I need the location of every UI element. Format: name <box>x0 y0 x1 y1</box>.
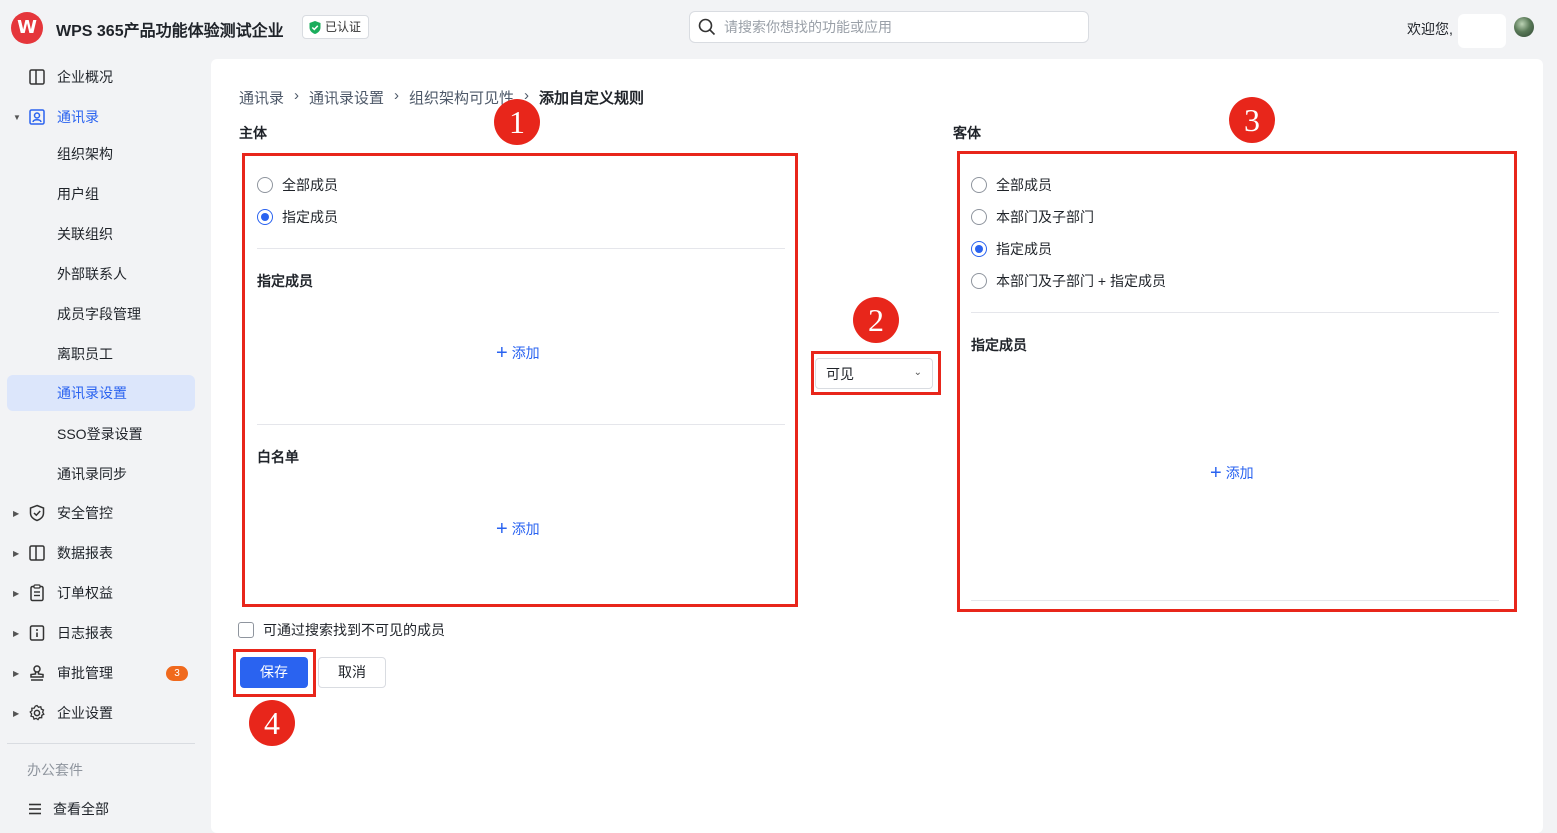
sidebar-subitem-departed-employees[interactable]: 离职员工 <box>7 336 195 372</box>
building-icon <box>29 69 45 85</box>
chevron-right-icon: › <box>394 87 400 104</box>
sidebar-subitem-label: 组织架构 <box>57 146 113 162</box>
sidebar-item-log-reports[interactable]: ▶ 日志报表 <box>0 615 205 651</box>
contacts-icon <box>29 109 45 125</box>
sidebar-item-company-settings[interactable]: ▶ 企业设置 <box>0 695 205 731</box>
caret-right-icon: ▶ <box>13 508 20 518</box>
avatar[interactable] <box>1514 17 1534 37</box>
sidebar-subitem-member-fields[interactable]: 成员字段管理 <box>7 296 195 332</box>
caret-right-icon: ▶ <box>13 588 20 598</box>
sidebar-item-contacts[interactable]: ▼ 通讯录 <box>0 99 205 135</box>
sidebar-item-approvals[interactable]: ▶ 审批管理 3 <box>0 655 205 691</box>
breadcrumb-contacts[interactable]: 通讯录 <box>239 87 284 108</box>
sidebar-subitem-label: 通讯录设置 <box>57 385 127 401</box>
shield-check-icon <box>309 20 321 34</box>
sidebar-item-label: 日志报表 <box>57 625 113 641</box>
wps-logo-icon[interactable]: W <box>11 12 43 44</box>
annotation-marker-3: 3 <box>1229 97 1275 143</box>
top-bar: W WPS 365产品功能体验测试企业 已认证 欢迎您, <box>0 0 1557 56</box>
menu-icon <box>29 803 41 815</box>
sidebar-subitem-sso-settings[interactable]: SSO登录设置 <box>7 416 195 452</box>
sidebar-subitem-label: 用户组 <box>57 186 99 202</box>
sidebar-item-company-overview[interactable]: 企业概况 <box>0 59 205 95</box>
sidebar-subitem-label: 成员字段管理 <box>57 306 141 322</box>
breadcrumb-current: 添加自定义规则 <box>539 90 645 107</box>
object-title: 客体 <box>953 125 981 141</box>
view-all-label: 查看全部 <box>53 801 109 817</box>
sidebar-subitem-label: SSO登录设置 <box>57 426 143 442</box>
annotation-marker-2: 2 <box>853 297 899 343</box>
annotation-marker-1: 1 <box>494 99 540 145</box>
cancel-button[interactable]: 取消 <box>318 657 386 688</box>
sidebar-subitem-contacts-sync[interactable]: 通讯录同步 <box>7 456 195 492</box>
caret-right-icon: ▶ <box>13 708 20 718</box>
user-name-redacted <box>1458 14 1506 48</box>
sidebar-item-orders[interactable]: ▶ 订单权益 <box>0 575 205 611</box>
search-invisible-option[interactable]: 可通过搜索找到不可见的成员 <box>238 620 445 640</box>
search-box[interactable] <box>689 11 1089 43</box>
sidebar-subitem-label: 关联组织 <box>57 226 113 242</box>
sidebar-item-label: 审批管理 <box>57 665 113 681</box>
caret-right-icon: ▶ <box>13 668 20 678</box>
view-all-link[interactable]: 查看全部 <box>0 791 205 827</box>
checkbox[interactable] <box>238 622 254 638</box>
welcome-text: 欢迎您, <box>1407 21 1453 37</box>
annotation-box-save <box>233 649 316 697</box>
log-icon <box>29 625 45 641</box>
search-input[interactable] <box>724 19 1064 35</box>
caret-right-icon: ▶ <box>13 628 20 638</box>
verified-label: 已认证 <box>325 20 362 34</box>
chevron-right-icon: › <box>294 87 300 104</box>
sidebar-subitem-user-groups[interactable]: 用户组 <box>7 176 195 212</box>
sidebar-subitem-label: 通讯录同步 <box>57 466 127 482</box>
sidebar-subitem-linked-orgs[interactable]: 关联组织 <box>7 216 195 252</box>
caret-down-icon: ▼ <box>13 112 21 122</box>
sidebar-divider <box>7 743 195 744</box>
sidebar-subitem-external-contacts[interactable]: 外部联系人 <box>7 256 195 292</box>
breadcrumb: 通讯录 › 通讯录设置 › 组织架构可见性 › 添加自定义规则 <box>239 87 644 108</box>
breadcrumb-contacts-settings[interactable]: 通讯录设置 <box>309 87 384 108</box>
sidebar-subitem-label: 离职员工 <box>57 346 113 362</box>
sidebar-item-label: 通讯录 <box>57 109 99 125</box>
search-icon <box>698 18 716 36</box>
subject-title: 主体 <box>239 125 267 141</box>
sidebar-item-label: 数据报表 <box>57 545 113 561</box>
sidebar: 企业概况 ▼ 通讯录 组织架构 用户组 关联组织 外部联系人 成员字段管理 离职… <box>0 56 205 833</box>
sidebar-subitem-org-structure[interactable]: 组织架构 <box>7 136 195 172</box>
sidebar-item-label: 企业设置 <box>57 705 113 721</box>
sidebar-item-label: 安全管控 <box>57 505 113 521</box>
annotation-box-subject <box>242 153 798 607</box>
annotation-marker-4: 4 <box>249 700 295 746</box>
sidebar-item-label: 企业概况 <box>57 69 113 85</box>
sidebar-item-label: 订单权益 <box>57 585 113 601</box>
clipboard-icon <box>30 584 44 602</box>
org-name: WPS 365产品功能体验测试企业 <box>56 23 284 40</box>
checkbox-label: 可通过搜索找到不可见的成员 <box>263 622 445 638</box>
verified-badge: 已认证 <box>302 15 370 39</box>
main-panel: 通讯录 › 通讯录设置 › 组织架构可见性 › 添加自定义规则 主体 全部成员 … <box>211 59 1543 833</box>
annotation-box-object <box>957 151 1517 612</box>
shield-check-icon <box>29 504 45 522</box>
sidebar-item-security[interactable]: ▶ 安全管控 <box>0 495 205 531</box>
sidebar-subitem-label: 外部联系人 <box>57 266 127 282</box>
approvals-count-badge: 3 <box>166 665 188 681</box>
gear-icon <box>29 704 45 721</box>
caret-right-icon: ▶ <box>13 548 20 558</box>
breadcrumb-org-visibility[interactable]: 组织架构可见性 <box>409 87 514 108</box>
office-suite-label: 办公套件 <box>27 762 83 778</box>
sidebar-item-data-reports[interactable]: ▶ 数据报表 <box>0 535 205 571</box>
stamp-icon <box>30 665 44 681</box>
annotation-box-visibility <box>811 351 941 395</box>
sidebar-subitem-contacts-settings[interactable]: 通讯录设置 <box>7 375 195 411</box>
report-icon <box>29 545 45 561</box>
